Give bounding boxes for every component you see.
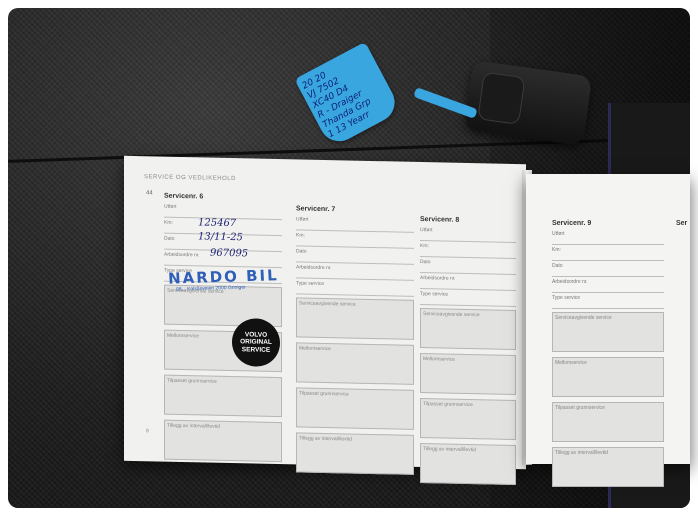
service-box: Serviceavgivende service — [296, 297, 414, 340]
field-label: Km: — [552, 247, 664, 261]
handwritten-date: 13/11-25 — [198, 231, 243, 244]
field-label: Arbeidsordre nr. — [420, 274, 516, 292]
service-box: Mellomservice — [420, 352, 516, 396]
service-box: Mellomservice — [296, 342, 414, 385]
field-label: Dato — [420, 258, 516, 276]
page-marker: 44 — [146, 190, 153, 197]
service-box: Tillegg av intervall/levtid — [164, 419, 282, 463]
booklet-right-page: Servicenr. 9 Utført Km: Dato Arbeidsordr… — [526, 174, 690, 487]
service-box: Tilpasset grunnservice — [296, 387, 414, 430]
service-box: Tillegg av intervall/levtid — [552, 447, 664, 487]
service-box: Serviceavgivende service — [420, 307, 516, 351]
service-booklet: SERVICE OG VEDLIKEHOLD 44 Servicenr. 6 U… — [124, 155, 690, 487]
service-box: Tilpasset grunnservice — [552, 402, 664, 442]
service-column-9: Servicenr. 9 Utført Km: Dato Arbeidsordr… — [552, 220, 664, 492]
service-title-partial: Ser — [676, 220, 688, 227]
booklet-header: SERVICE OG VEDLIKEHOLD — [144, 174, 236, 183]
handwritten-order-number: 967095 — [210, 247, 249, 260]
service-column-7: Servicenr. 7 Utført Km: Dato Arbeidsordr… — [296, 205, 414, 479]
volvo-original-service-sticker: VOLVO ORIGINAL SERVICE — [232, 318, 280, 368]
field-label: Arbeidsordre nr. — [552, 279, 664, 293]
field-label: Dato — [296, 248, 414, 265]
field-label: Dato — [552, 263, 664, 277]
field-label: Km: — [420, 242, 516, 260]
service-box: Mellomservice — [552, 357, 664, 397]
service-title: Servicenr. 8 — [420, 215, 460, 224]
sticker-line: SERVICE — [241, 346, 271, 354]
field-label: Type service — [420, 290, 516, 308]
service-box: Tillegg av intervall/levtid — [296, 432, 414, 475]
field-label: Type service — [552, 295, 664, 309]
service-box: Tillegg av intervall/levtid — [420, 442, 516, 486]
handwritten-km: 125467 — [198, 217, 237, 230]
field-label: Arbeidsordre nr. — [296, 264, 414, 281]
service-box: Tilpasset grunnservice — [164, 374, 282, 418]
page-number: 8 — [146, 428, 149, 435]
service-box: Serviceavgivende service — [552, 312, 664, 352]
service-title: Servicenr. 7 — [296, 205, 336, 214]
service-title: Servicenr. 9 — [552, 220, 592, 227]
field-label: Type service — [296, 280, 414, 297]
field-label: Utført — [552, 231, 664, 245]
field-label: Utført — [296, 216, 414, 233]
service-column-8: Servicenr. 8 Utført Km: Dato Arbeidsordr… — [420, 216, 516, 490]
booklet-left-page: SERVICE OG VEDLIKEHOLD 44 Servicenr. 6 U… — [124, 155, 526, 486]
field-label: Km: — [296, 232, 414, 249]
service-title: Servicenr. 6 — [164, 192, 204, 201]
field-label: Utført — [420, 226, 516, 244]
service-box: Tilpasset grunnservice — [420, 397, 516, 441]
